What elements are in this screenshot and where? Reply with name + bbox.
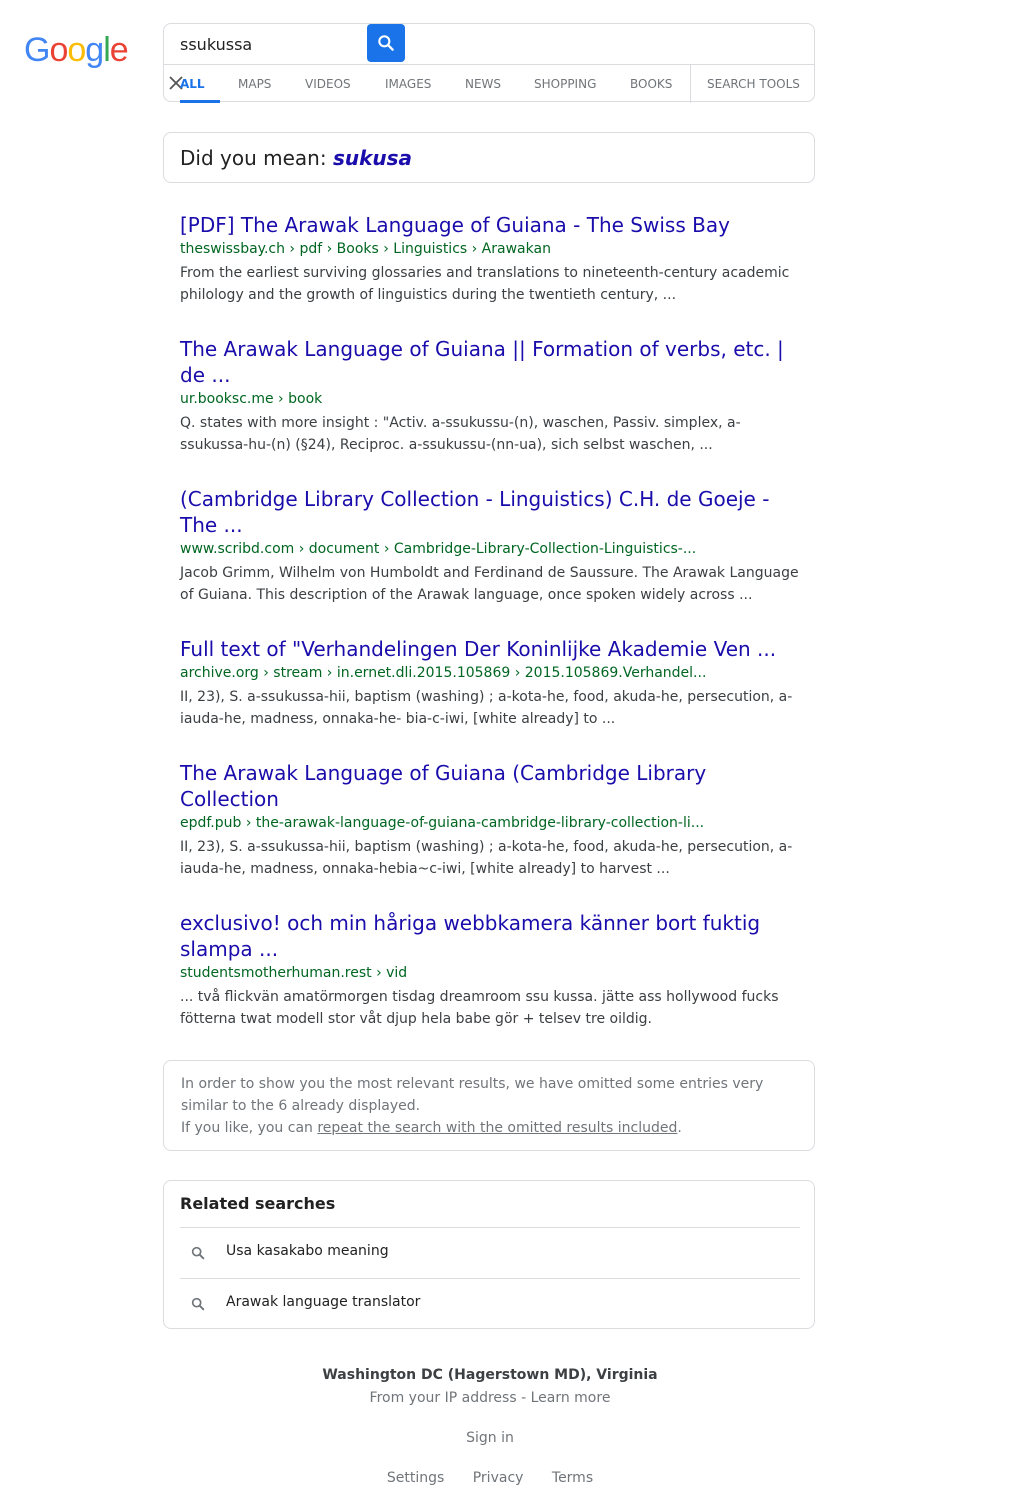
result-title[interactable]: (Cambridge Library Collection - Linguist… bbox=[180, 486, 805, 538]
logo-letter: o bbox=[67, 31, 86, 69]
footer-location: Washington DC (Hagerstown MD), Virginia bbox=[322, 1367, 658, 1383]
tab-all[interactable]: ALL bbox=[180, 65, 220, 103]
footer-links: Settings Privacy Terms bbox=[0, 1470, 980, 1486]
settings-link[interactable]: Settings bbox=[387, 1470, 444, 1486]
search-result: The Arawak Language of Guiana || Formati… bbox=[180, 336, 805, 456]
result-title[interactable]: The Arawak Language of Guiana (Cambridge… bbox=[180, 760, 805, 812]
did-you-mean: Did you mean: sukusa bbox=[163, 132, 815, 183]
logo-letter: G bbox=[24, 31, 50, 69]
omitted-line2: If you like, you can repeat the search w… bbox=[181, 1117, 797, 1139]
search-result: Full text of "Verhandelingen Der Koninli… bbox=[180, 636, 805, 730]
result-url[interactable]: archive.org › stream › in.ernet.dli.2015… bbox=[180, 663, 805, 683]
omitted-prefix: If you like, you can bbox=[181, 1120, 318, 1136]
result-snippet: II, 23), S. a-ssukussa-hii, baptism (was… bbox=[180, 689, 793, 727]
google-logo[interactable]: Google bbox=[24, 30, 129, 70]
logo-letter: e bbox=[109, 31, 129, 69]
related-searches-title: Related searches bbox=[180, 1194, 336, 1213]
search-input[interactable] bbox=[180, 32, 365, 56]
result-snippet: From the earliest surviving glossaries a… bbox=[180, 265, 790, 303]
result-url[interactable]: www.scribd.com › document › Cambridge-Li… bbox=[180, 539, 805, 559]
result-url[interactable]: epdf.pub › the-arawak-language-of-guiana… bbox=[180, 813, 805, 833]
logo-letter: g bbox=[85, 31, 104, 69]
logo-letter: o bbox=[49, 31, 68, 69]
search-row bbox=[164, 24, 814, 64]
search-icon bbox=[191, 1297, 205, 1311]
tab-maps[interactable]: MAPS bbox=[238, 65, 271, 103]
tab-images[interactable]: IMAGES bbox=[385, 65, 431, 103]
repeat-search-link[interactable]: repeat the search with the omitted resul… bbox=[317, 1120, 677, 1136]
tab-news[interactable]: NEWS bbox=[465, 65, 501, 103]
search-result: exclusivo! och min håriga webbkamera kän… bbox=[180, 910, 805, 1030]
search-result: [PDF] The Arawak Language of Guiana - Th… bbox=[180, 212, 805, 306]
search-button[interactable] bbox=[367, 24, 405, 62]
search-icon bbox=[191, 1246, 205, 1260]
did-you-mean-suggestion[interactable]: sukusa bbox=[333, 146, 412, 170]
tab-search-tools[interactable]: SEARCH TOOLS bbox=[707, 65, 800, 103]
related-search-label: Arawak language translator bbox=[226, 1294, 421, 1310]
tab-divider bbox=[690, 65, 691, 103]
terms-link[interactable]: Terms bbox=[552, 1470, 593, 1486]
result-title[interactable]: [PDF] The Arawak Language of Guiana - Th… bbox=[180, 212, 805, 238]
search-box: ALL MAPS VIDEOS IMAGES NEWS SHOPPING BOO… bbox=[163, 23, 815, 103]
tab-shopping[interactable]: SHOPPING bbox=[534, 65, 596, 103]
privacy-link[interactable]: Privacy bbox=[473, 1470, 524, 1486]
result-snippet: Q. states with more insight : "Activ. a-… bbox=[180, 415, 741, 453]
result-title[interactable]: exclusivo! och min håriga webbkamera kän… bbox=[180, 910, 805, 962]
result-snippet: II, 23), S. a-ssukussa-hii, baptism (was… bbox=[180, 839, 793, 877]
omitted-suffix: . bbox=[677, 1120, 682, 1136]
did-you-mean-prefix: Did you mean: bbox=[180, 146, 333, 170]
search-result: (Cambridge Library Collection - Linguist… bbox=[180, 486, 805, 606]
result-title[interactable]: Full text of "Verhandelingen Der Koninli… bbox=[180, 636, 805, 662]
related-search-item[interactable]: Arawak language translator bbox=[180, 1278, 800, 1329]
result-url[interactable]: studentsmotherhuman.rest › vid bbox=[180, 963, 805, 983]
related-search-item[interactable]: Usa kasakabo meaning bbox=[180, 1227, 800, 1278]
result-title[interactable]: The Arawak Language of Guiana || Formati… bbox=[180, 336, 805, 388]
result-snippet: Jacob Grimm, Wilhelm von Humboldt and Fe… bbox=[180, 565, 799, 603]
omitted-text: In order to show you the most relevant r… bbox=[181, 1076, 764, 1114]
tab-videos[interactable]: VIDEOS bbox=[305, 65, 351, 103]
footer-ip-line[interactable]: From your IP address - Learn more bbox=[0, 1390, 980, 1406]
sign-in-link[interactable]: Sign in bbox=[0, 1430, 980, 1446]
tab-books[interactable]: BOOKS bbox=[630, 65, 672, 103]
search-tabs: ALL MAPS VIDEOS IMAGES NEWS SHOPPING BOO… bbox=[164, 64, 814, 103]
result-snippet: ... två flickvän amatörmorgen tisdag dre… bbox=[180, 989, 779, 1027]
result-url[interactable]: theswissbay.ch › pdf › Books › Linguisti… bbox=[180, 239, 805, 259]
search-icon bbox=[378, 35, 394, 51]
result-url[interactable]: ur.booksc.me › book bbox=[180, 389, 805, 409]
omitted-results-notice: In order to show you the most relevant r… bbox=[163, 1060, 815, 1151]
related-searches: Related searches Usa kasakabo meaning Ar… bbox=[163, 1180, 815, 1329]
related-search-label: Usa kasakabo meaning bbox=[226, 1243, 389, 1259]
search-result: The Arawak Language of Guiana (Cambridge… bbox=[180, 760, 805, 880]
